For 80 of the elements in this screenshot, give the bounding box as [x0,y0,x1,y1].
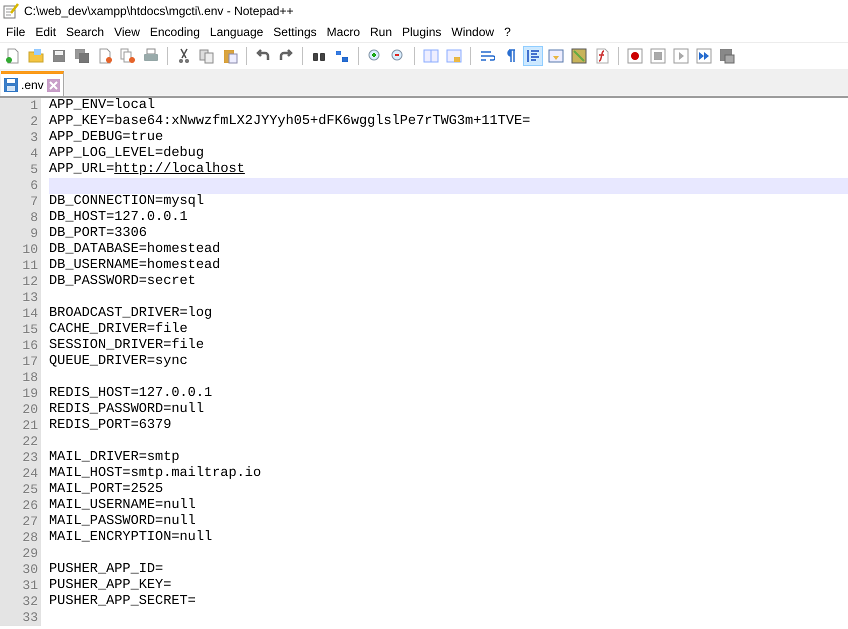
line-number: 23 [0,450,41,466]
split-window-icon [423,48,439,64]
folder-icon [28,48,44,64]
window-title: C:\web_dev\xampp\htdocs\mgcti\.env - Notepad++ [24,4,294,18]
menu-item[interactable]: Encoding [146,25,206,39]
line-number: 2 [0,114,41,130]
line-number: 22 [0,434,41,450]
notepad-icon [3,3,19,19]
replace-icon [334,48,350,64]
line-number: 30 [0,562,41,578]
split-window-lock-icon [446,48,462,64]
menu-item[interactable]: Edit [31,25,62,39]
line-number: 6 [0,178,41,194]
line-number: 10 [0,242,41,258]
line-number: 29 [0,546,41,562]
function-icon [594,48,610,64]
line-number: 4 [0,146,41,162]
line-number: 19 [0,386,41,402]
line-number: 20 [0,402,41,418]
line-number: 25 [0,482,41,498]
line-number: 3 [0,130,41,146]
line-number: 33 [0,610,41,626]
line-number: 14 [0,306,41,322]
menu-item[interactable]: Search [62,25,110,39]
menu-item[interactable]: Plugins [398,25,448,39]
printer-icon [143,48,159,64]
line-number: 11 [0,258,41,274]
line-number: 1 [0,98,41,114]
line-number: 28 [0,530,41,546]
menu-item[interactable]: ? [500,25,517,39]
menu-item[interactable]: Macro [322,25,366,39]
line-number: 9 [0,226,41,242]
map-icon [571,48,587,64]
line-number: 26 [0,498,41,514]
floppy-disks-button[interactable] [72,46,92,66]
close-files-button[interactable] [118,46,138,66]
line-number: 12 [0,274,41,290]
stop-button[interactable] [648,46,668,66]
new-file-icon [5,48,21,64]
line-number: 18 [0,370,41,386]
save-macro-icon [719,48,735,64]
stop-icon [650,48,666,64]
indent-guide-button[interactable] [523,46,543,66]
line-number: 31 [0,578,41,594]
file-tab[interactable]: .env [1,71,64,96]
fast-forward-button[interactable] [694,46,714,66]
tab-label: .env [21,78,44,92]
copy-icon [199,48,215,64]
fast-forward-icon [696,48,712,64]
scissors-icon [176,48,192,64]
floppy-disks-icon [74,48,90,64]
map-button[interactable] [569,46,589,66]
line-number: 17 [0,354,41,370]
close-files-icon [120,48,136,64]
line-number: 16 [0,338,41,354]
line-number: 21 [0,418,41,434]
menu-item[interactable]: Settings [269,25,323,39]
play-icon [673,48,689,64]
menu-item[interactable]: File [2,25,32,39]
line-number: 8 [0,210,41,226]
record-button[interactable] [625,46,645,66]
menu-item[interactable]: Run [366,25,398,39]
line-number: 24 [0,466,41,482]
menu-item[interactable]: Language [206,25,270,39]
record-icon [627,48,643,64]
code-link[interactable]: http://localhost [114,162,245,177]
close-file-icon [97,48,113,64]
indent-guide-icon [525,48,541,64]
line-number: 32 [0,594,41,610]
menu-item[interactable]: Window [447,25,500,39]
line-number: 5 [0,162,41,178]
clipboard-icon [222,48,238,64]
line-number: 7 [0,194,41,210]
save-macro-button[interactable] [717,46,737,66]
play-button[interactable] [671,46,691,66]
menu-item[interactable]: View [110,25,146,39]
line-number: 15 [0,322,41,338]
line-number: 13 [0,290,41,306]
window-icon [548,48,564,64]
line-number: 27 [0,514,41,530]
